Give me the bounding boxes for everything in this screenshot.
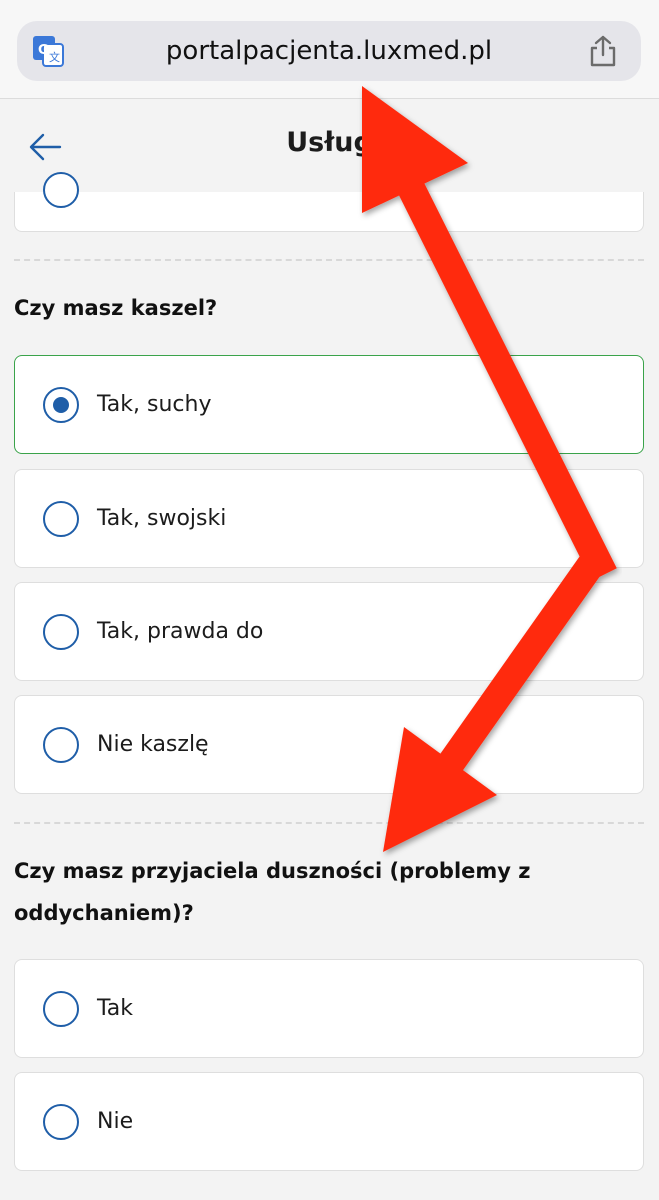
section-divider — [14, 822, 644, 824]
address-bar[interactable]: G 文 portalpacjenta.luxmed.pl — [17, 21, 641, 81]
radio-button[interactable] — [43, 614, 79, 650]
option-label: Tak, prawda do — [97, 619, 264, 644]
question-cough: Czy masz kaszel? — [14, 296, 218, 320]
option-label: Nie — [97, 1109, 134, 1134]
radio-button[interactable] — [43, 991, 79, 1027]
option-card-tak-prawda-do[interactable]: Tak, prawda do — [14, 582, 644, 681]
radio-dot — [53, 397, 69, 413]
option-label: Tak, suchy — [97, 392, 212, 417]
page-title: Usług — [286, 127, 373, 158]
share-icon[interactable] — [587, 34, 619, 68]
option-card-tak-suchy[interactable]: Tak, suchy — [14, 355, 644, 454]
option-card-tak[interactable]: Tak — [14, 959, 644, 1058]
question-dyspnea: Czy masz przyjaciela duszności (problemy… — [14, 859, 531, 925]
app-header: Usług — [0, 99, 659, 192]
previous-option-card[interactable] — [14, 172, 644, 232]
option-label: Nie kaszlę — [97, 732, 209, 757]
option-card-nie[interactable]: Nie — [14, 1072, 644, 1171]
radio-button-selected[interactable] — [43, 387, 79, 423]
option-label: Tak — [97, 996, 134, 1021]
radio-button[interactable] — [43, 172, 79, 208]
option-card-nie-kaszle[interactable]: Nie kaszlę — [14, 695, 644, 794]
option-label: Tak, swojski — [97, 506, 227, 531]
option-card-tak-swojski[interactable]: Tak, swojski — [14, 469, 644, 568]
browser-toolbar: G 文 portalpacjenta.luxmed.pl — [0, 0, 659, 99]
radio-button[interactable] — [43, 727, 79, 763]
section-divider — [14, 259, 644, 261]
radio-button[interactable] — [43, 501, 79, 537]
url-text[interactable]: portalpacjenta.luxmed.pl — [17, 21, 641, 81]
radio-button[interactable] — [43, 1104, 79, 1140]
